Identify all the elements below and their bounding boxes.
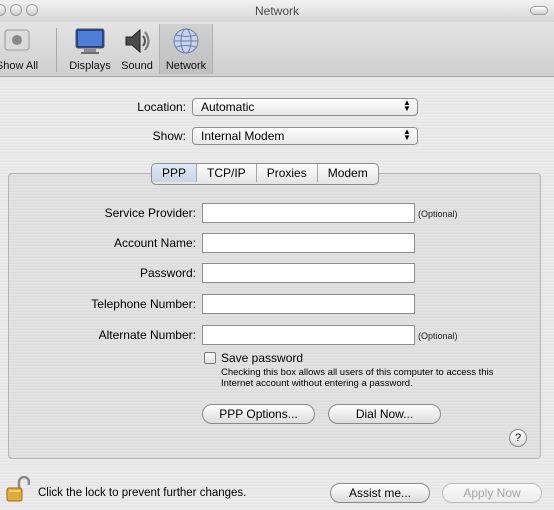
- service-provider-optional-note: (Optional): [418, 209, 458, 219]
- help-button[interactable]: ?: [509, 429, 527, 447]
- toolbar-show-all[interactable]: Show All: [0, 24, 46, 74]
- account-name-label: Account Name:: [113, 236, 196, 250]
- popup-arrows-icon: ▲ ▼: [403, 98, 411, 113]
- display-icon: [74, 26, 106, 59]
- telephone-number-label: Telephone Number:: [91, 297, 196, 311]
- location-value: Automatic: [201, 100, 255, 114]
- toolbar-sound[interactable]: Sound: [117, 24, 157, 74]
- show-label: Show:: [152, 129, 186, 143]
- alternate-number-field[interactable]: [202, 325, 415, 345]
- service-provider-label: Service Provider:: [104, 206, 196, 220]
- tab-proxies[interactable]: Proxies: [257, 164, 318, 182]
- window-title: Network: [254, 4, 299, 18]
- toolbar-displays[interactable]: Displays: [64, 24, 116, 74]
- location-popup[interactable]: Automatic ▲ ▼: [192, 98, 418, 116]
- save-password-checkbox[interactable]: [204, 352, 216, 364]
- password-field[interactable]: [202, 263, 415, 283]
- title-bar: Network: [0, 0, 554, 23]
- network-preferences-window: Network Show All Displays Sound Network …: [0, 0, 554, 510]
- tab-ppp[interactable]: PPP: [152, 164, 198, 182]
- alternate-number-label: Alternate Number:: [98, 328, 196, 342]
- show-value: Internal Modem: [201, 129, 285, 143]
- toolbar-toggle-button[interactable]: [530, 6, 548, 15]
- tab-tcp-ip[interactable]: TCP/IP: [197, 164, 257, 182]
- lock-icon[interactable]: [6, 475, 31, 507]
- dial-now-button[interactable]: Dial Now...: [328, 404, 441, 424]
- toolbar-separator: [56, 28, 57, 72]
- apply-now-button[interactable]: Apply Now: [442, 483, 542, 503]
- service-provider-field[interactable]: [202, 203, 415, 223]
- password-label: Password:: [139, 266, 196, 280]
- account-name-field[interactable]: [202, 233, 415, 253]
- alternate-number-optional-note: (Optional): [418, 331, 458, 341]
- assist-me-button[interactable]: Assist me...: [330, 483, 430, 503]
- popup-arrows-icon: ▲ ▼: [403, 127, 411, 142]
- apple-grid-icon: [3, 26, 31, 57]
- show-popup[interactable]: Internal Modem ▲ ▼: [192, 127, 418, 145]
- lock-message: Click the lock to prevent further change…: [38, 487, 247, 499]
- speaker-icon: [122, 26, 152, 59]
- tab-modem[interactable]: Modem: [318, 164, 378, 182]
- globe-icon: [171, 26, 201, 59]
- toolbar-network[interactable]: Network: [159, 24, 213, 74]
- save-password-note: Checking this box allows all users of th…: [221, 367, 494, 389]
- location-label: Location:: [137, 100, 186, 114]
- toolbar: Show All Displays Sound Network: [0, 22, 554, 77]
- save-password-label: Save password: [221, 351, 304, 365]
- telephone-number-field[interactable]: [202, 294, 415, 314]
- ppp-options-button[interactable]: PPP Options...: [202, 404, 315, 424]
- settings-tab-bar: PPP TCP/IP Proxies Modem: [151, 163, 379, 185]
